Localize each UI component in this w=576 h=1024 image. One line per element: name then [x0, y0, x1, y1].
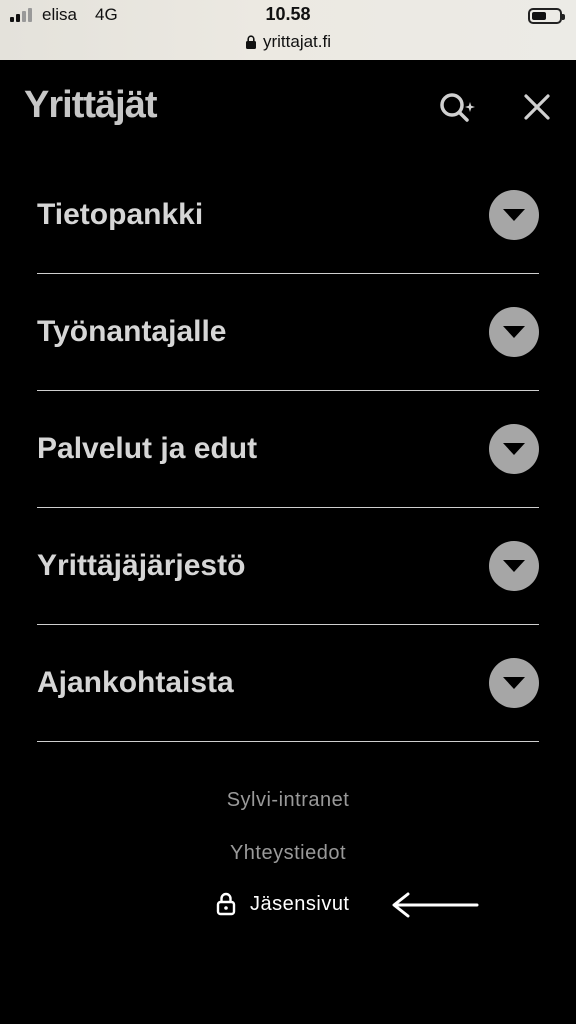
status-bar: elisa 4G 10.58 yrittajat.fi: [0, 0, 576, 60]
arrow-left-icon: [392, 892, 479, 918]
chevron-down-icon: [503, 326, 525, 338]
yhteystiedot-link[interactable]: Yhteystiedot: [0, 842, 576, 865]
lock-icon: [245, 35, 256, 49]
expand-toggle[interactable]: [489, 424, 539, 474]
url-text: yrittajat.fi: [262, 32, 332, 51]
expand-toggle[interactable]: [489, 307, 539, 357]
chevron-down-icon: [503, 443, 525, 455]
menu-item-ajankohtaista[interactable]: Ajankohtaista: [37, 625, 539, 742]
chevron-down-icon: [503, 209, 525, 221]
menu-item-tietopankki[interactable]: Tietopankki: [37, 157, 539, 274]
jasensivut-label: Jäsensivut: [250, 892, 350, 915]
chevron-down-icon: [503, 677, 525, 689]
menu-item-label: Työnantajalle: [37, 315, 227, 348]
close-button[interactable]: [520, 90, 554, 124]
menu-item-label: Tietopankki: [37, 198, 204, 231]
menu-item-yrittajajarjesto[interactable]: Yrittäjäjärjestö: [37, 508, 539, 625]
search-button[interactable]: [436, 90, 476, 126]
menu-item-label: Yrittäjäjärjestö: [37, 549, 246, 582]
expand-toggle[interactable]: [489, 190, 539, 240]
menu-item-tyonantajalle[interactable]: Työnantajalle: [37, 274, 539, 391]
expand-toggle[interactable]: [489, 658, 539, 708]
address-bar[interactable]: yrittajat.fi: [0, 32, 576, 52]
search-sparkle-icon: [440, 93, 475, 122]
site-logo[interactable]: Yrittäjät: [24, 84, 157, 127]
clock: 10.58: [265, 4, 311, 24]
main-menu: Tietopankki Työnantajalle Palvelut ja ed…: [37, 157, 539, 742]
menu-item-palvelut-ja-edut[interactable]: Palvelut ja edut: [37, 391, 539, 508]
close-icon: [524, 94, 550, 120]
lock-icon: [216, 892, 236, 916]
jasensivut-link[interactable]: Jäsensivut: [216, 892, 350, 916]
battery-icon: [528, 8, 565, 24]
chevron-down-icon: [503, 560, 525, 572]
expand-toggle[interactable]: [489, 541, 539, 591]
sylvi-intranet-link[interactable]: Sylvi-intranet: [0, 789, 576, 812]
menu-item-label: Ajankohtaista: [37, 666, 234, 699]
menu-item-label: Palvelut ja edut: [37, 432, 258, 465]
